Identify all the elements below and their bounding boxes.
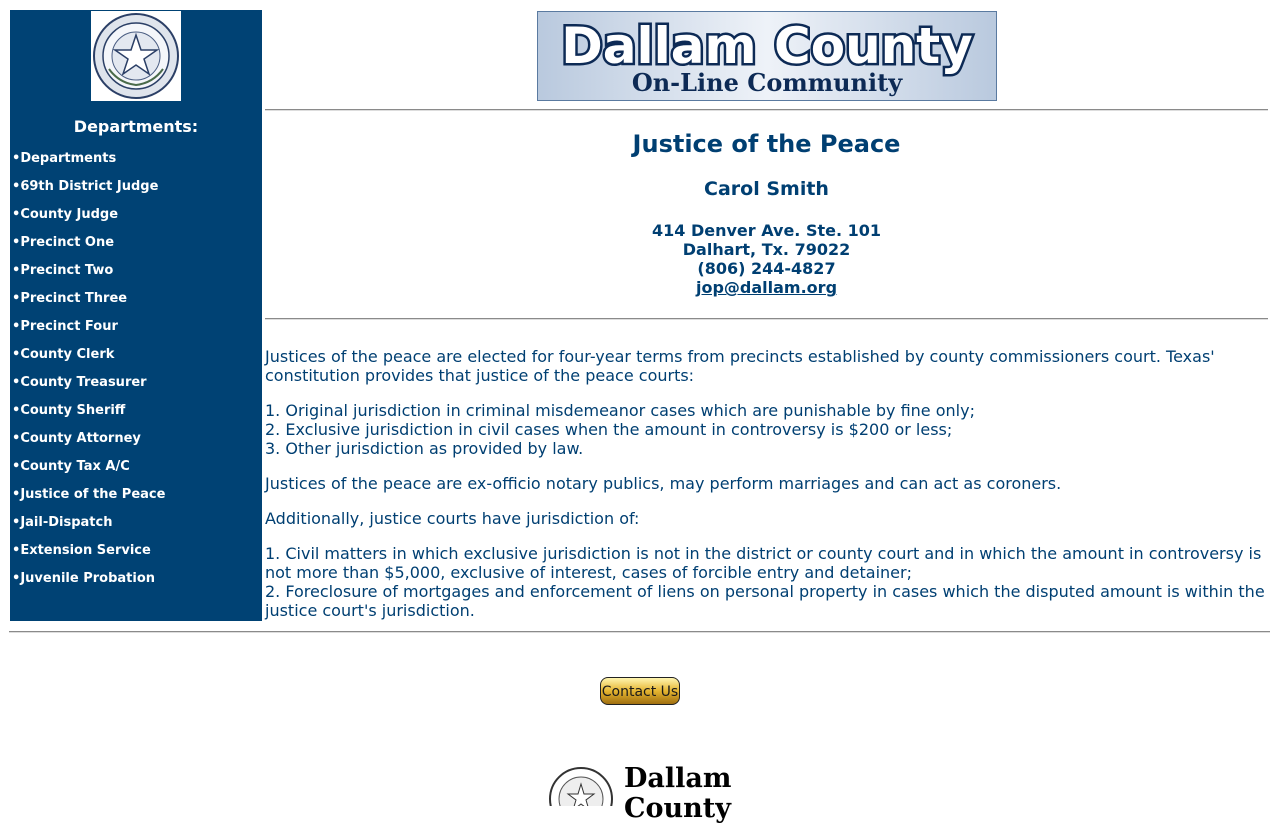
list-item: 2. Foreclosure of mortgages and enforcem… (265, 582, 1265, 620)
additional-jurisdiction-list: 1. Civil matters in which exclusive juri… (265, 544, 1268, 620)
nav-item-precinct-three[interactable]: •Precinct Three (12, 291, 165, 319)
divider-bottom (9, 631, 1270, 633)
sidebar: Departments: •Departments •69th District… (10, 10, 262, 621)
nav-item-county-treasurer[interactable]: •County Treasurer (12, 375, 165, 403)
contact-us-label: Contact Us (602, 684, 678, 700)
dallam-county-banner: Dallam County On-Line Community (537, 11, 997, 101)
nav-item-justice-of-the-peace[interactable]: •Justice of the Peace (12, 487, 165, 515)
additional-paragraph: Additionally, justice courts have jurisd… (265, 509, 640, 528)
nav-item-juvenile-probation[interactable]: •Juvenile Probation (12, 571, 165, 599)
banner-title: Dallam County (561, 17, 973, 75)
banner-subtitle: On-Line Community (632, 68, 903, 97)
nav-item-precinct-one[interactable]: •Precinct One (12, 235, 165, 263)
page-title: Justice of the Peace (632, 130, 901, 158)
nav-item-county-sheriff[interactable]: •County Sheriff (12, 403, 165, 431)
nav-item-county-clerk[interactable]: •County Clerk (12, 347, 165, 375)
divider-top (265, 109, 1268, 111)
department-nav: •Departments •69th District Judge •Count… (12, 151, 165, 599)
jurisdiction-list: 1. Original jurisdiction in criminal mis… (265, 401, 1268, 458)
email-link[interactable]: jop@dallam.org (696, 278, 837, 297)
intro-paragraph: Justices of the peace are elected for fo… (265, 347, 1215, 385)
list-item: 1. Original jurisdiction in criminal mis… (265, 401, 975, 420)
departments-heading: Departments: (73, 117, 199, 136)
nav-item-county-judge[interactable]: •County Judge (12, 207, 165, 235)
nav-item-69th-district-judge[interactable]: •69th District Judge (12, 179, 165, 207)
divider-middle (265, 318, 1268, 320)
main-content: Justices of the peace are elected for fo… (265, 347, 1268, 636)
notary-paragraph: Justices of the peace are ex-officio not… (265, 474, 1062, 493)
list-item: 3. Other jurisdiction as provided by law… (265, 439, 584, 458)
address-line-1: 414 Denver Ave. Ste. 101 (651, 221, 882, 240)
nav-item-extension-service[interactable]: •Extension Service (12, 543, 165, 571)
official-name: Carol Smith (704, 178, 829, 200)
contact-address: 414 Denver Ave. Ste. 101 Dalhart, Tx. 79… (265, 221, 1268, 297)
footer-county-name: Dallam County (624, 763, 732, 824)
nav-item-jail-dispatch[interactable]: •Jail-Dispatch (12, 515, 165, 543)
nav-item-county-tax-ac[interactable]: •County Tax A/C (12, 459, 165, 487)
list-item: 1. Civil matters in which exclusive juri… (265, 544, 1262, 582)
nav-item-county-attorney[interactable]: •County Attorney (12, 431, 165, 459)
texas-seal-icon (91, 11, 181, 101)
list-item: 2. Exclusive jurisdiction in civil cases… (265, 420, 953, 439)
nav-item-precinct-four[interactable]: •Precinct Four (12, 319, 165, 347)
phone-number: (806) 244-4827 (697, 259, 836, 278)
nav-item-departments[interactable]: •Departments (12, 151, 165, 179)
contact-us-button[interactable]: Contact Us (599, 673, 681, 708)
address-line-2: Dalhart, Tx. 79022 (682, 240, 851, 259)
nav-item-precinct-two[interactable]: •Precinct Two (12, 263, 165, 291)
